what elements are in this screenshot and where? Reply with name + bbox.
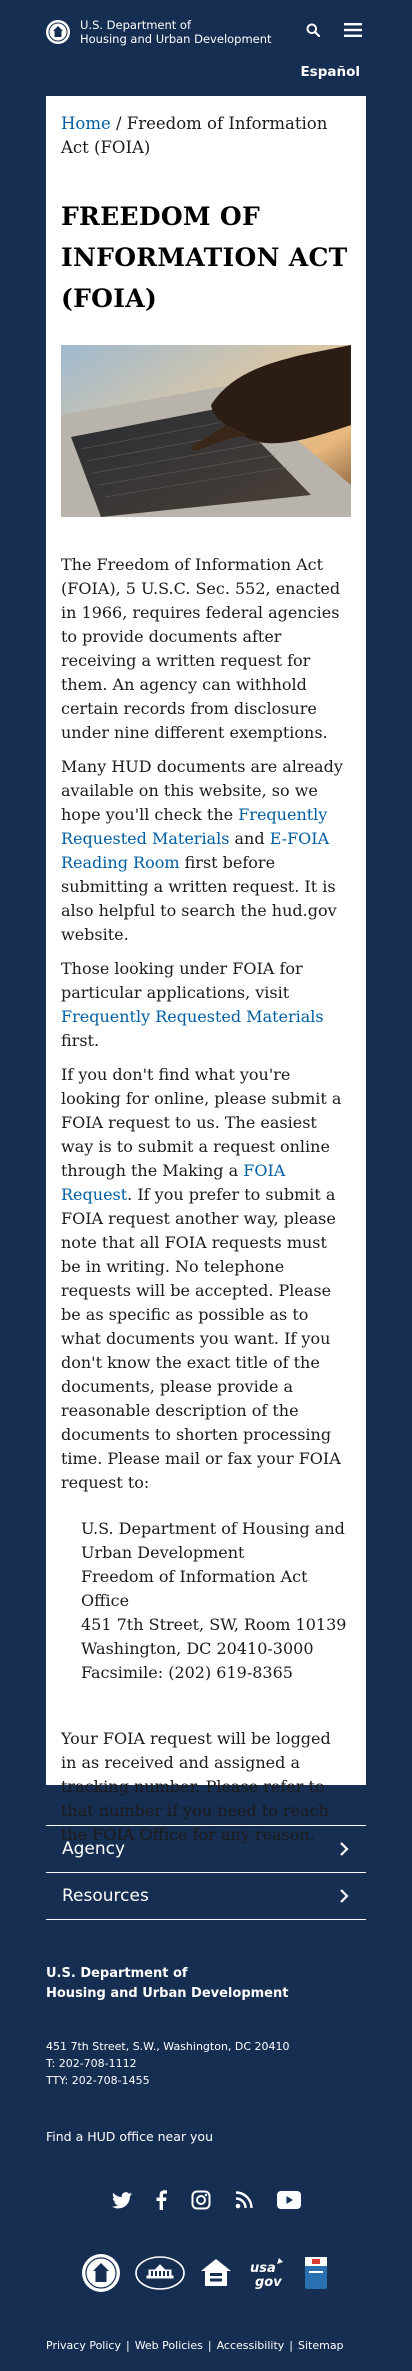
language-toggle-link[interactable]: Español	[300, 64, 360, 80]
accessibility-link[interactable]: Accessibility	[217, 2339, 285, 2352]
footer-accordion-label: Resources	[62, 1886, 149, 1906]
intro-paragraph: The Freedom of Information Act (FOIA), 5…	[61, 555, 341, 742]
laptop-hand-illustration	[61, 345, 351, 517]
footer-phone: T: 202-708-1112	[46, 2057, 137, 2070]
footer-tty: TTY: 202-708-1455	[46, 2074, 150, 2087]
hud-seal-footer-logo[interactable]	[81, 2253, 121, 2293]
footer-accordion-label: Agency	[62, 1839, 126, 1859]
submit-request-text-b: . If you prefer to submit a FOIA request…	[61, 1185, 341, 1492]
hud-seal-icon	[48, 22, 68, 42]
partner-logos: usa gov	[46, 2253, 366, 2293]
menu-button[interactable]	[344, 22, 362, 41]
footer-link-separator: |	[207, 2339, 212, 2352]
applications-paragraph: Those looking under FOIA for particular …	[61, 957, 351, 1053]
search-icon	[306, 23, 321, 38]
svg-text:usa: usa	[250, 2261, 276, 2276]
hero-image-laptop-typing	[61, 345, 351, 517]
address-line: 451 7th Street, SW, Room 10139	[81, 1615, 347, 1634]
espanol-mailbox-logo[interactable]	[301, 2253, 331, 2293]
language-row: Español	[0, 64, 412, 90]
agency-title-line2: Housing and Urban Development	[80, 32, 272, 46]
address-line: Washington, DC 20410-3000	[81, 1639, 314, 1658]
sitemap-link[interactable]: Sitemap	[298, 2339, 344, 2352]
youtube-link[interactable]	[276, 2191, 301, 2214]
address-line: Freedom of Information Act Office	[81, 1567, 308, 1610]
hud-documents-paragraph: Many HUD documents are already available…	[61, 755, 351, 947]
twitter-icon	[111, 2191, 132, 2208]
foia-body-text: The Freedom of Information Act (FOIA), 5…	[61, 553, 351, 1495]
header-actions	[306, 22, 362, 41]
footer-contact: 451 7th Street, S.W., Washington, DC 204…	[46, 2038, 366, 2089]
rss-link[interactable]	[235, 2191, 253, 2214]
instagram-link[interactable]	[191, 2190, 211, 2215]
submit-request-paragraph: If you don't find what you're looking fo…	[61, 1063, 351, 1495]
hamburger-menu-icon	[344, 23, 362, 37]
site-header: U.S. Department of Housing and Urban Dev…	[0, 0, 412, 64]
svg-text:gov: gov	[255, 2275, 282, 2290]
breadcrumb-home-link[interactable]: Home	[61, 114, 111, 133]
hud-seal-icon	[82, 2254, 120, 2292]
footer-policy-links: Privacy Policy | Web Policies | Accessib…	[46, 2339, 366, 2352]
equal-housing-logo[interactable]	[199, 2256, 233, 2290]
agency-title-line1: U.S. Department of	[80, 18, 192, 32]
youtube-icon	[276, 2191, 301, 2209]
chevron-right-icon	[340, 1842, 349, 1856]
agency-title[interactable]: U.S. Department of Housing and Urban Dev…	[80, 18, 272, 46]
facebook-icon	[156, 2190, 167, 2210]
instagram-icon	[191, 2190, 210, 2210]
applications-text-b: first.	[61, 1031, 100, 1050]
twitter-link[interactable]	[111, 2191, 132, 2214]
footer-title-line2: Housing and Urban Development	[46, 1986, 289, 2001]
site-footer: Agency Resources U.S. Department of Hous…	[0, 1785, 412, 2352]
find-hud-office-link[interactable]: Find a HUD office near you	[46, 2129, 213, 2144]
footer-link-separator: |	[125, 2339, 130, 2352]
tracking-paragraph: Your FOIA request will be logged in as r…	[61, 1729, 331, 1844]
facebook-link[interactable]	[156, 2190, 167, 2215]
usa-gov-logo[interactable]: usa gov	[247, 2256, 287, 2290]
white-house-icon	[135, 2256, 185, 2290]
footer-accordion-resources[interactable]: Resources	[46, 1872, 366, 1919]
hud-seal-logo[interactable]	[46, 20, 70, 44]
chevron-right-icon	[340, 1889, 349, 1903]
equal-housing-icon	[201, 2259, 231, 2286]
privacy-policy-link[interactable]: Privacy Policy	[46, 2339, 121, 2352]
submit-request-text-a: If you don't find what you're looking fo…	[61, 1065, 342, 1180]
footer-address: 451 7th Street, S.W., Washington, DC 204…	[46, 2040, 290, 2053]
hud-documents-text-b: and	[229, 829, 270, 848]
web-policies-link[interactable]: Web Policies	[135, 2339, 203, 2352]
white-house-logo[interactable]	[135, 2256, 185, 2290]
address-line: U.S. Department of Housing and Urban Dev…	[81, 1519, 345, 1562]
search-button[interactable]	[306, 23, 321, 40]
breadcrumb: Home / Freedom of Information Act (FOIA)	[61, 112, 351, 160]
rss-icon	[235, 2191, 253, 2209]
footer-title-line1: U.S. Department of	[46, 1966, 188, 1981]
page-title: FREEDOM OF INFORMATION ACT (FOIA)	[61, 202, 348, 313]
applications-text-a: Those looking under FOIA for particular …	[61, 959, 303, 1002]
tracking-text: Your FOIA request will be logged in as r…	[61, 1727, 351, 1847]
frequently-requested-materials-link-2[interactable]: Frequently Requested Materials	[61, 1007, 324, 1026]
breadcrumb-separator: /	[110, 114, 127, 133]
main-content: Home / Freedom of Information Act (FOIA)…	[46, 96, 366, 1844]
social-links	[46, 2190, 366, 2215]
footer-agency-title: U.S. Department of Housing and Urban Dev…	[46, 1964, 366, 2004]
mailbox-icon	[305, 2257, 327, 2289]
fax-line: Facsimile: (202) 619-8365	[81, 1663, 293, 1682]
usa-gov-icon: usagov	[250, 2258, 283, 2290]
foia-mailing-address: U.S. Department of Housing and Urban Dev…	[81, 1517, 351, 1685]
footer-link-separator: |	[289, 2339, 293, 2352]
